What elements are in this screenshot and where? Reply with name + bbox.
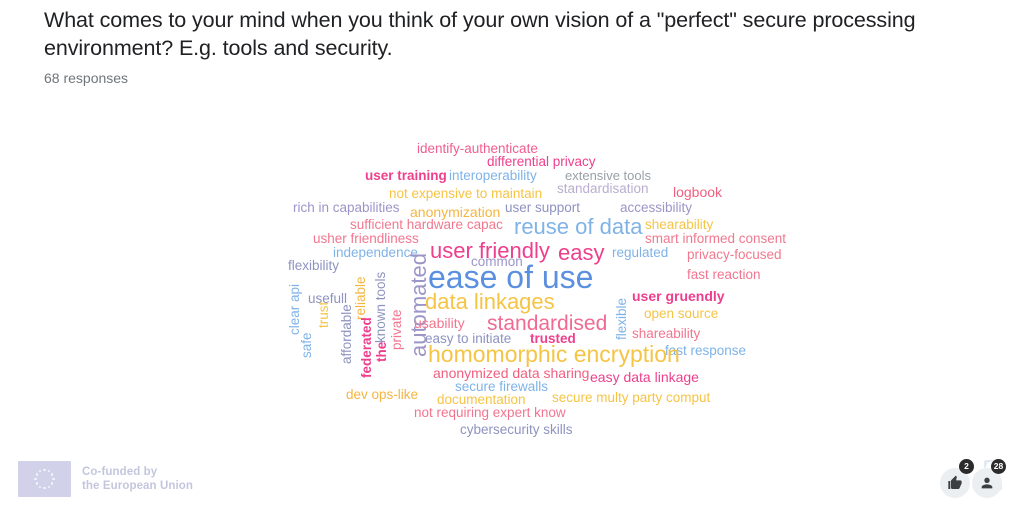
wordcloud-word: shearability	[645, 217, 714, 232]
eu-stars	[34, 468, 56, 490]
wordcloud-word: trust	[316, 301, 331, 328]
wordcloud-word: homomorphic encryption	[428, 341, 680, 367]
wordcloud-word: cybersecurity skills	[460, 422, 573, 437]
wordcloud-word: flexible	[614, 297, 629, 340]
thumbs-up-icon	[948, 475, 962, 489]
eu-cofunding-line2: the European Union	[82, 480, 194, 492]
wordcloud-word: accessibility	[620, 200, 693, 215]
participants-button[interactable]: 28	[972, 459, 1006, 498]
wordcloud-word: fast reaction	[687, 267, 761, 282]
wordcloud-word: not requiring expert know	[414, 405, 566, 420]
wordcloud-word: user gruendly	[632, 288, 725, 304]
participants-count-badge: 28	[991, 459, 1006, 474]
like-button[interactable]: 2	[940, 459, 974, 498]
wordcloud-word: the	[374, 341, 389, 362]
wordcloud-word: differential privacy	[487, 154, 596, 169]
wordcloud-word: flexibility	[288, 258, 340, 273]
wordcloud-word: federated	[359, 317, 374, 378]
wordcloud-word: usher friendliness	[313, 231, 419, 246]
wordcloud-word: reuse of data	[514, 214, 643, 239]
wordcloud-word: private	[389, 309, 404, 350]
eu-cofunding-line1: Co-funded by	[82, 466, 158, 478]
wordcloud-word: logbook	[673, 184, 723, 200]
page-title: What comes to your mind when you think o…	[44, 8, 916, 60]
wordcloud-word: user training	[365, 168, 447, 183]
european-union-flag-icon	[18, 461, 71, 497]
wordcloud-word: easy data linkage	[590, 369, 699, 385]
wordcloud-word: privacy-focused	[687, 247, 782, 262]
wordcloud-word: open source	[644, 306, 719, 321]
wordcloud-word: shareability	[632, 326, 701, 341]
wordcloud-word: user support	[505, 200, 581, 215]
response-count-label: 68 responses	[44, 70, 129, 86]
eu-cofunding-badge: Co-funded by the European Union	[18, 461, 193, 497]
wordcloud-word: standardisation	[557, 181, 649, 196]
wordcloud-word: data linkages	[425, 289, 555, 314]
wordcloud-word: dev ops-like	[346, 387, 419, 402]
wordcloud-word: usability	[414, 315, 465, 331]
wordcloud-word: regulated	[612, 245, 669, 260]
wordcloud-word: smart informed consent	[645, 231, 787, 246]
wordcloud-word: secure multy party comput	[552, 390, 711, 405]
eu-cofunding-text: Co-funded by the European Union	[82, 465, 193, 493]
person-icon	[981, 477, 993, 489]
reaction-bar: 2 2 28	[924, 452, 1016, 502]
question-header: What comes to your mind when you think o…	[44, 6, 984, 86]
wordcloud-word: affordable	[339, 304, 354, 364]
wordcloud-word: sufficient hardware capac	[350, 217, 503, 232]
wordcloud-word: rich in capabilities	[293, 200, 400, 215]
wordcloud-word: interoperability	[449, 168, 537, 183]
like-count-badge: 2	[959, 459, 974, 474]
wordcloud-word: known tools	[373, 271, 388, 343]
wordcloud-word: clear api	[287, 283, 302, 335]
wordcloud-word: anonymized data sharing	[433, 365, 590, 381]
wordcloud-word: safe	[299, 332, 314, 358]
wordcloud-chart: identify-authenticate differential privac…	[0, 104, 1024, 444]
wordcloud-word: reliable	[353, 276, 368, 320]
wordcloud-word: not expensive to maintain	[389, 186, 543, 201]
